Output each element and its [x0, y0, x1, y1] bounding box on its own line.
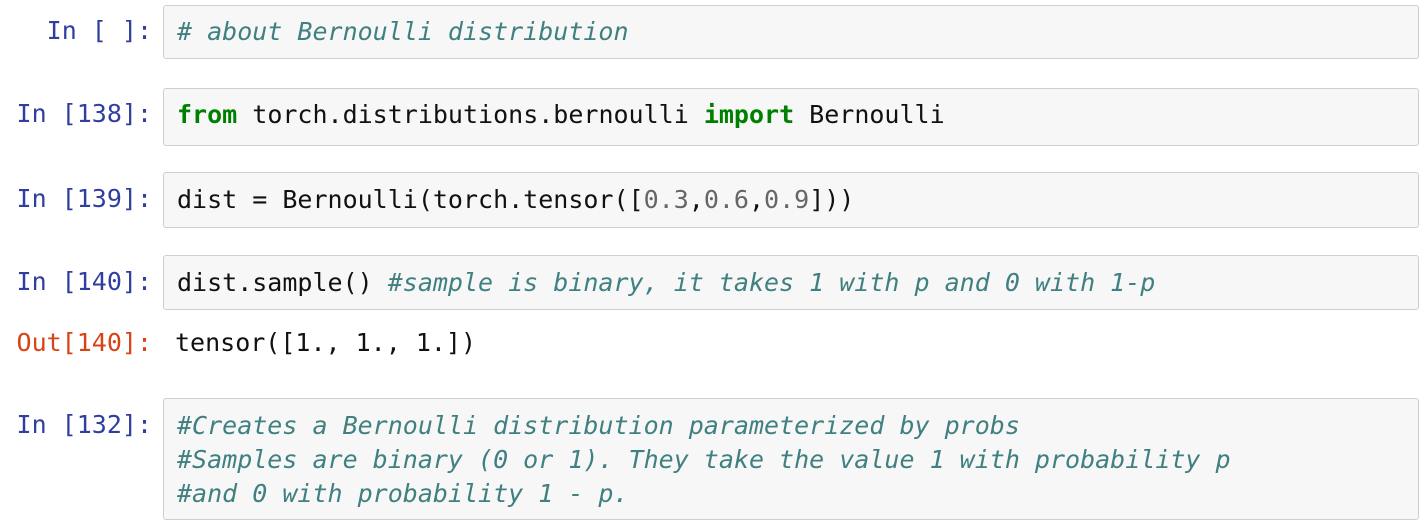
code-cell[interactable]: from torch.distributions.bernoulli impor… [163, 88, 1419, 146]
code-line: # about Bernoulli distribution [177, 15, 1418, 49]
input-prompt: In [ ]: [46, 16, 152, 45]
code-line: #Creates a Bernoulli distribution parame… [177, 409, 1418, 443]
code-text: , [688, 185, 704, 214]
input-prompt: In [132]: [16, 410, 152, 439]
code-comment: #and 0 with probability 1 - p. [177, 479, 629, 508]
code-cell[interactable]: dist = Bernoulli(torch.tensor([0.3,0.6,0… [163, 172, 1419, 228]
code-comment: # about Bernoulli distribution [177, 17, 629, 46]
code-comment: #sample is binary, it takes 1 with p and… [387, 268, 1156, 297]
input-prompt: In [138]: [16, 99, 152, 128]
input-prompt: In [139]: [16, 184, 152, 213]
input-prompt: In [140]: [16, 267, 152, 296]
code-cell[interactable]: dist.sample() #sample is binary, it take… [163, 255, 1419, 310]
code-comment: #Creates a Bernoulli distribution parame… [177, 411, 1020, 440]
code-text: dist = Bernoulli(torch.tensor([ [177, 185, 644, 214]
output-prompt: Out[140]: [16, 328, 152, 357]
code-text: ])) [809, 185, 855, 214]
code-line: dist.sample() #sample is binary, it take… [177, 266, 1418, 300]
code-line: from torch.distributions.bernoulli impor… [177, 98, 1418, 132]
code-line: #Samples are binary (0 or 1). They take … [177, 443, 1418, 477]
code-text: torch.distributions.bernoulli [237, 100, 704, 129]
keyword: from [177, 100, 238, 129]
code-cell[interactable]: #Creates a Bernoulli distribution parame… [163, 398, 1419, 520]
code-text: Bernoulli [794, 100, 945, 129]
code-text: dist.sample() [177, 268, 388, 297]
keyword: import [703, 100, 795, 129]
code-comment: #Samples are binary (0 or 1). They take … [177, 445, 1231, 474]
code-cell[interactable]: # about Bernoulli distribution [163, 5, 1419, 59]
number-literal: 0.9 [764, 185, 810, 214]
code-line: dist = Bernoulli(torch.tensor([0.3,0.6,0… [177, 183, 1418, 217]
code-text: , [748, 185, 765, 214]
cell-output: tensor([1., 1., 1.]) [175, 328, 477, 357]
number-literal: 0.6 [703, 185, 749, 214]
code-line: #and 0 with probability 1 - p. [177, 477, 1418, 511]
number-literal: 0.3 [643, 185, 689, 214]
